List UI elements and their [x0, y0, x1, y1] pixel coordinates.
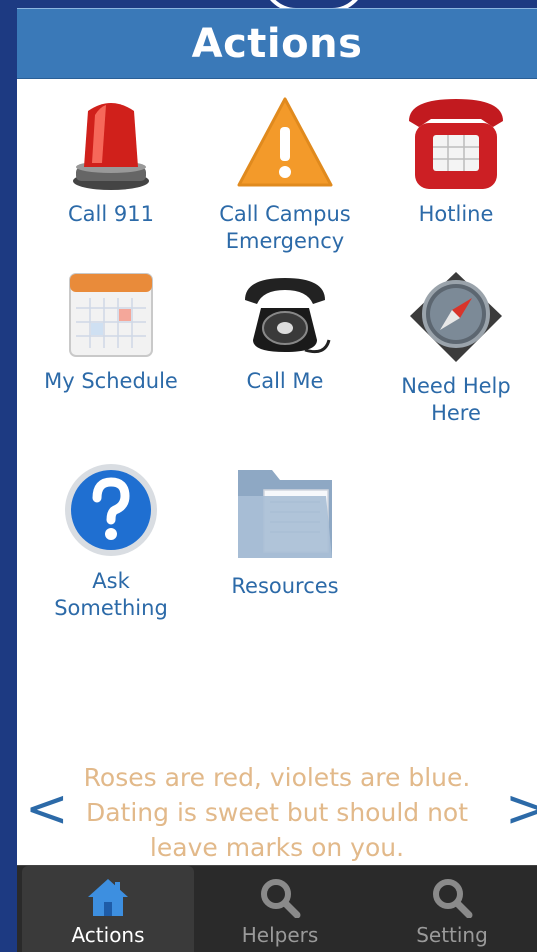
action-label: Ask Something	[54, 569, 168, 620]
rotary-phone-icon	[245, 278, 331, 354]
action-label: Hotline	[418, 202, 494, 226]
question-icon	[65, 464, 157, 556]
action-resources[interactable]: Resources	[199, 460, 371, 600]
tab-label: Setting	[416, 923, 488, 947]
action-call-911[interactable]: Call 911	[25, 93, 197, 228]
warning-icon	[237, 97, 333, 187]
action-label: Need Help Here	[401, 374, 511, 425]
folder-icon	[238, 470, 332, 558]
compass-icon	[410, 272, 502, 362]
header-bar: Actions	[17, 8, 537, 79]
carousel-next-button[interactable]: >	[505, 783, 537, 835]
quote-text: Roses are red, violets are blue. Dating …	[83, 763, 471, 862]
action-hotline[interactable]: Hotline	[370, 93, 537, 228]
action-label: Resources	[231, 574, 339, 598]
home-icon	[88, 879, 128, 916]
page-title: Actions	[191, 20, 363, 67]
tab-actions[interactable]: Actions	[22, 866, 194, 952]
calendar-icon	[69, 273, 153, 357]
action-label: Call Campus Emergency	[219, 202, 351, 253]
phone-icon	[409, 99, 503, 189]
action-my-schedule[interactable]: My Schedule	[25, 270, 197, 395]
action-label: My Schedule	[44, 369, 178, 393]
action-need-help-here[interactable]: Need Help Here	[370, 270, 537, 427]
action-ask-something[interactable]: Ask Something	[25, 460, 197, 622]
bottom-tab-bar: Actions Helpers Setting	[17, 865, 537, 952]
action-call-me[interactable]: Call Me	[199, 270, 371, 395]
carousel-prev-button[interactable]: <	[25, 783, 69, 835]
action-label: Call Me	[246, 369, 324, 393]
search-icon	[433, 879, 473, 918]
search-icon	[261, 879, 301, 918]
app-screen: Actions Call 911 Call Campus Emergency H…	[17, 8, 537, 952]
action-label: Call 911	[68, 202, 154, 226]
tab-helpers[interactable]: Helpers	[194, 866, 366, 952]
action-call-campus-emergency[interactable]: Call Campus Emergency	[199, 93, 371, 255]
siren-icon	[73, 103, 149, 190]
tab-label: Actions	[71, 923, 145, 947]
tab-label: Helpers	[241, 923, 319, 947]
tab-setting[interactable]: Setting	[366, 866, 537, 952]
